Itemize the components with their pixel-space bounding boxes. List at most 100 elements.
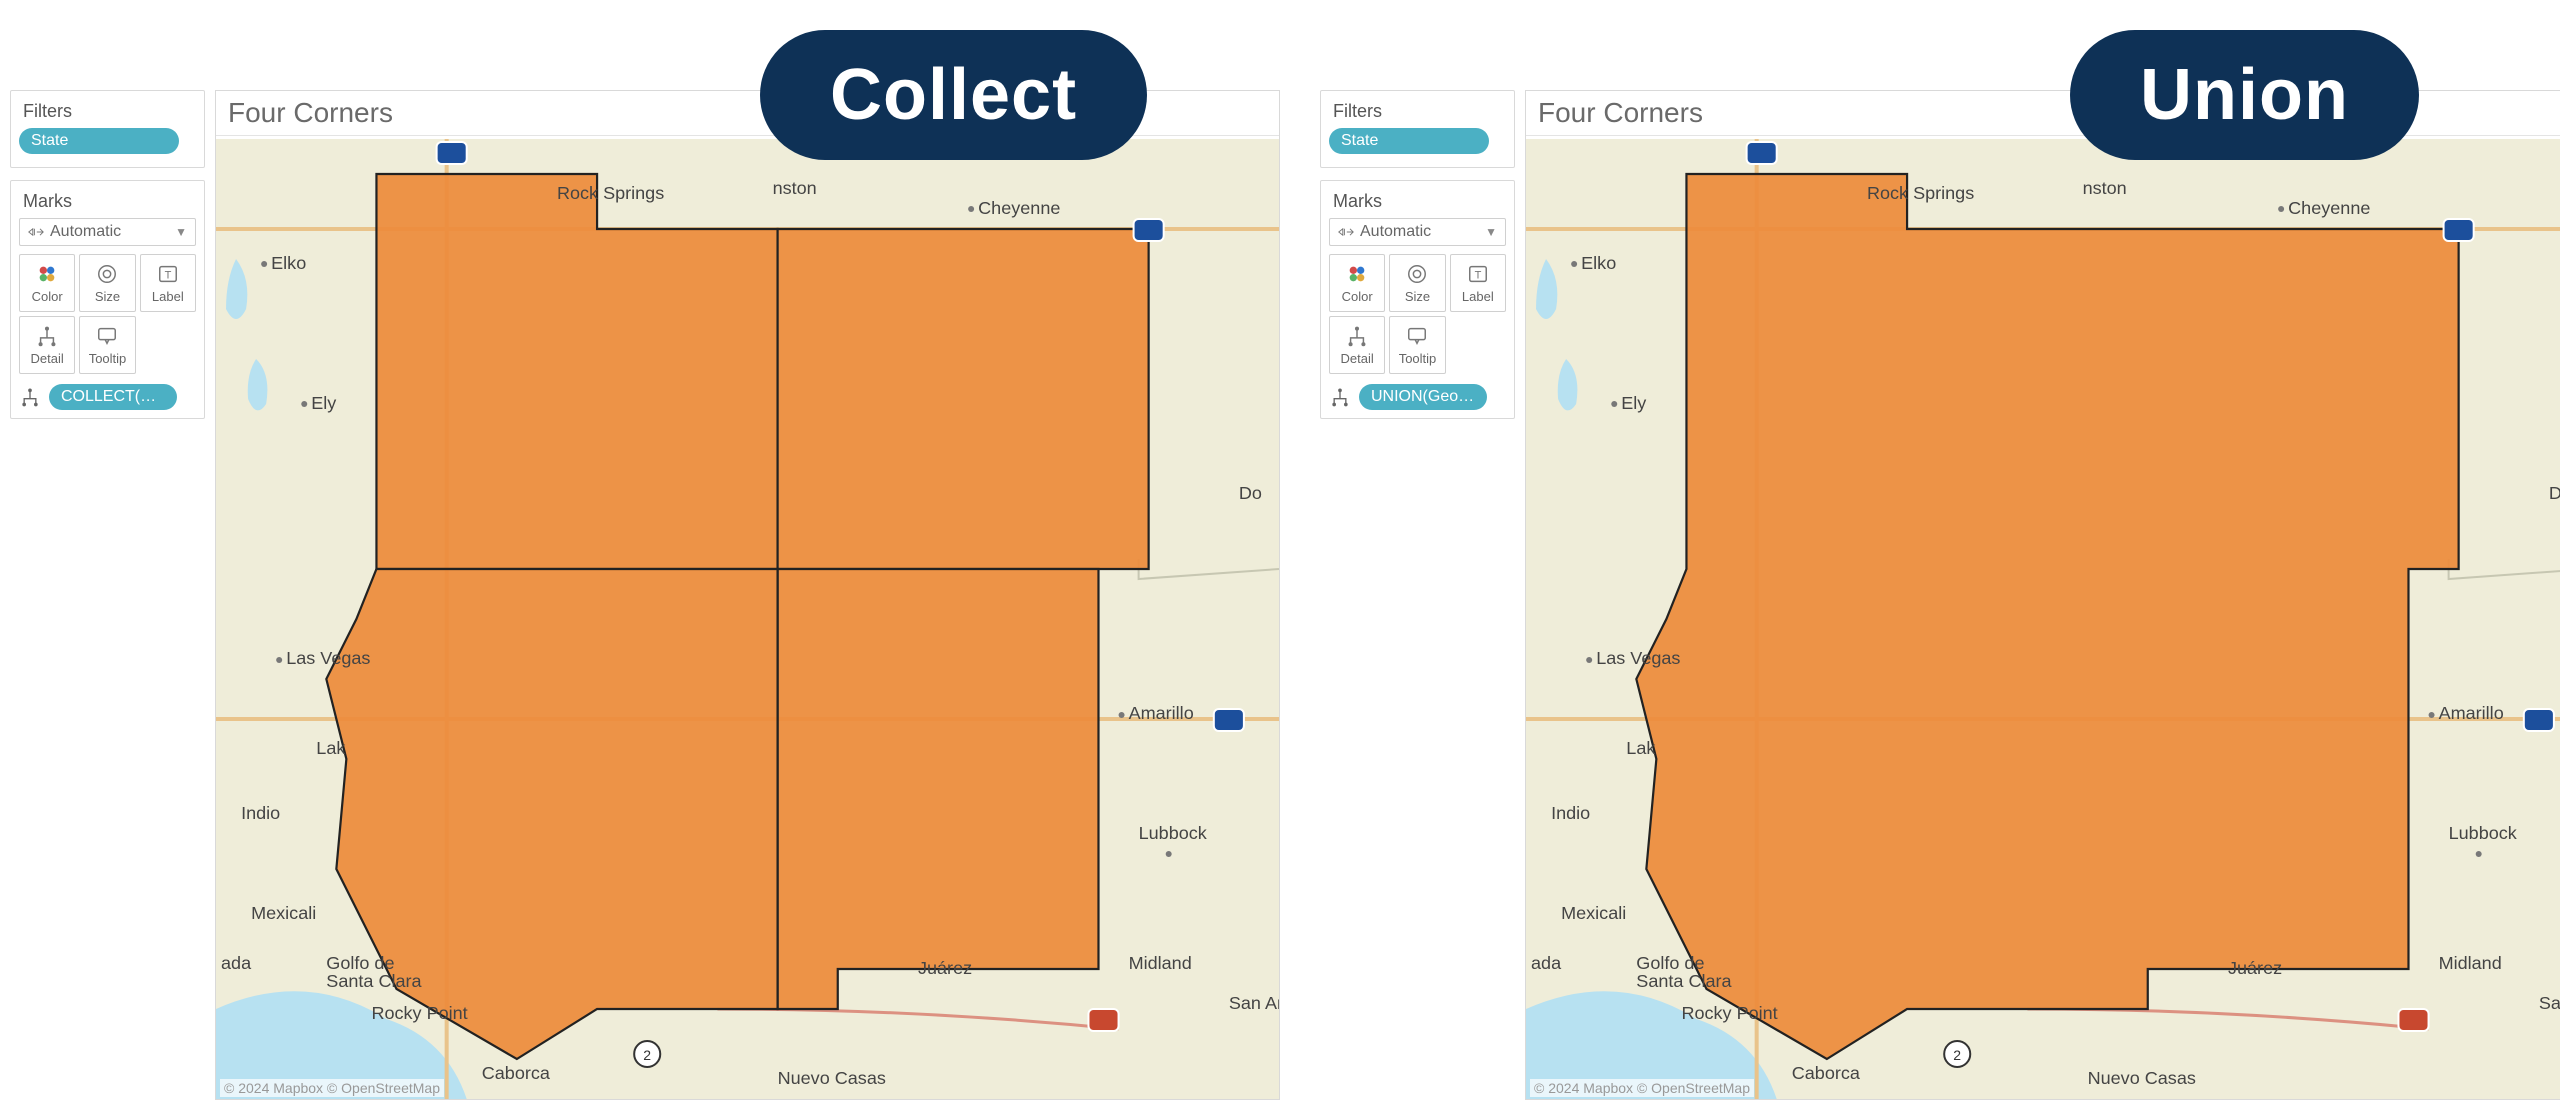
color-button[interactable]: Color [19,254,75,312]
svg-text:Mexicali: Mexicali [1561,903,1626,923]
svg-text:Amarillo: Amarillo [2439,703,2504,723]
svg-text:Indio: Indio [1551,803,1590,823]
svg-text:Lak: Lak [1626,738,1656,758]
mark-type-label: Automatic [50,223,121,241]
svg-text:ada: ada [221,953,252,973]
size-button[interactable]: Size [79,254,135,312]
svg-text:Caborca: Caborca [1792,1063,1861,1083]
chevron-down-icon: ▼ [175,225,187,239]
svg-text:2: 2 [643,1047,651,1063]
label-button[interactable]: T Label [1450,254,1506,312]
svg-text:Mexicali: Mexicali [251,903,316,923]
map-collect[interactable]: Rock Springs nston Cheyenne Elko Ely Las… [216,139,1279,1099]
chevron-down-icon: ▼ [1485,225,1497,239]
detail-hierarchy-icon [1329,386,1351,408]
label-icon: T [157,263,179,285]
marks-heading: Marks [1329,189,1506,218]
viz-area: Four Corners Rock Springs nston Cheyenne [1525,90,2560,1100]
detail-button[interactable]: Detail [19,316,75,374]
filters-heading: Filters [19,99,196,128]
svg-text:Nuevo Casas: Nuevo Casas [778,1068,886,1088]
detail-pill-collect[interactable]: COLLECT(Geo... [49,384,177,410]
svg-text:Do: Do [2549,483,2560,503]
label-icon: T [1467,263,1489,285]
svg-text:Cheyenne: Cheyenne [978,198,1060,218]
marks-heading: Marks [19,189,196,218]
svg-text:Do: Do [1239,483,1262,503]
svg-text:Lak: Lak [316,738,346,758]
filters-heading: Filters [1329,99,1506,128]
mark-buttons-row1: Color Size T Label [19,254,196,312]
svg-text:Lubbock: Lubbock [2449,823,2518,843]
detail-hierarchy-icon [19,386,41,408]
svg-text:T: T [1474,269,1481,281]
viz-area: Four Corners [215,90,1280,1100]
svg-text:Rock Springs: Rock Springs [557,183,664,203]
svg-text:Las Vegas: Las Vegas [1596,648,1680,668]
mark-type-label: Automatic [1360,223,1431,241]
map-union[interactable]: Rock Springs nston Cheyenne Elko Ely Las… [1526,139,2560,1099]
marks-card: Marks Automatic ▼ Color [1320,180,1515,419]
svg-text:nston: nston [773,178,817,198]
mark-type-select[interactable]: Automatic ▼ [1329,218,1506,246]
detail-pill-row: UNION(Geome... [1329,384,1506,410]
detail-icon [36,325,58,347]
size-icon [1406,263,1428,285]
side-shelves: Filters State Marks Automatic ▼ [10,90,205,431]
mark-buttons-row2: Detail Tooltip [19,316,196,374]
svg-text:Midland: Midland [1129,953,1192,973]
svg-text:Ely: Ely [311,393,336,413]
badge-collect: Collect [760,30,1147,160]
size-button[interactable]: Size [1389,254,1445,312]
mark-buttons-row1: Color Size T Label [1329,254,1506,312]
svg-text:Lubbock: Lubbock [1139,823,1208,843]
svg-text:Juárez: Juárez [918,958,972,978]
svg-text:Elko: Elko [271,253,306,273]
panel-union: Filters State Marks Automatic ▼ [1320,90,2560,1100]
svg-text:T: T [164,269,171,281]
badge-union: Union [2070,30,2419,160]
detail-pill-row: COLLECT(Geo... [19,384,196,410]
filter-pill-state[interactable]: State [19,128,179,154]
color-icon [36,263,58,285]
svg-text:2: 2 [1953,1047,1961,1063]
svg-text:Elko: Elko [1581,253,1616,273]
svg-text:Ely: Ely [1621,393,1646,413]
map-attribution: © 2024 Mapbox © OpenStreetMap [220,1079,444,1097]
detail-icon [1346,325,1368,347]
tooltip-icon [96,325,118,347]
automatic-icon [1338,228,1354,236]
color-button[interactable]: Color [1329,254,1385,312]
tooltip-button[interactable]: Tooltip [79,316,135,374]
automatic-icon [28,228,44,236]
svg-text:Rock Springs: Rock Springs [1867,183,1974,203]
svg-text:Las Vegas: Las Vegas [286,648,370,668]
svg-text:Caborca: Caborca [482,1063,551,1083]
svg-text:Nuevo Casas: Nuevo Casas [2088,1068,2196,1088]
mark-type-select[interactable]: Automatic ▼ [19,218,196,246]
svg-text:nston: nston [2083,178,2127,198]
svg-text:San An: San An [2539,993,2560,1013]
svg-text:Amarillo: Amarillo [1129,703,1194,723]
panel-collect: Filters State Marks Automatic ▼ [10,90,1280,1100]
color-icon [1346,263,1368,285]
tooltip-button[interactable]: Tooltip [1389,316,1445,374]
detail-button[interactable]: Detail [1329,316,1385,374]
map-attribution: © 2024 Mapbox © OpenStreetMap [1530,1079,1754,1097]
svg-text:Rocky Point: Rocky Point [1681,1003,1777,1023]
filters-card: Filters State [1320,90,1515,168]
svg-text:Rocky Point: Rocky Point [371,1003,467,1023]
filter-pill-state[interactable]: State [1329,128,1489,154]
label-button[interactable]: T Label [140,254,196,312]
tooltip-icon [1406,325,1428,347]
svg-text:Midland: Midland [2439,953,2502,973]
svg-text:Juárez: Juárez [2228,958,2282,978]
svg-text:ada: ada [1531,953,1562,973]
svg-text:San An: San An [1229,993,1279,1013]
side-shelves: Filters State Marks Automatic ▼ [1320,90,1515,431]
marks-card: Marks Automatic ▼ Color [10,180,205,419]
size-icon [96,263,118,285]
mark-buttons-row2: Detail Tooltip [1329,316,1506,374]
detail-pill-union[interactable]: UNION(Geome... [1359,384,1487,410]
filters-card: Filters State [10,90,205,168]
